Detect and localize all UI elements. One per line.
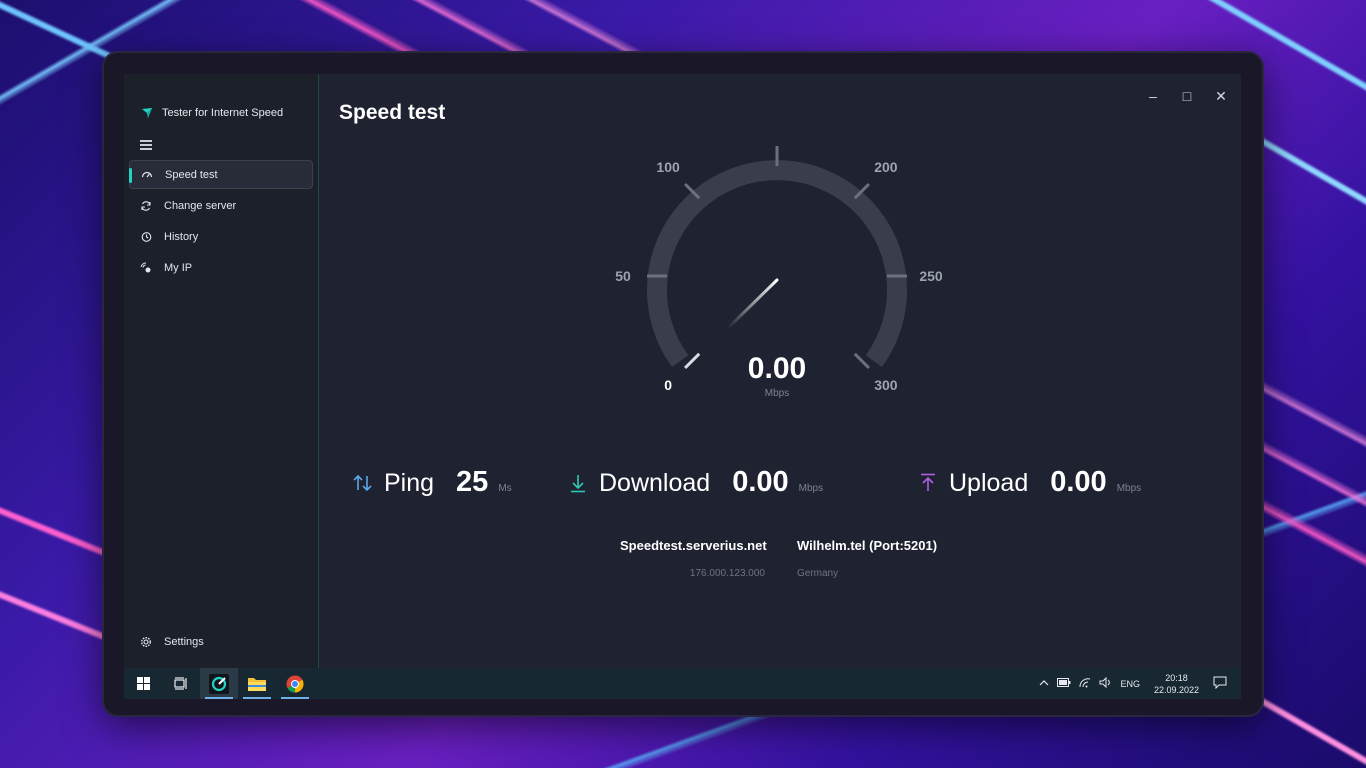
sidebar-item-label: My IP [164,261,193,274]
server-provider: Wilhelm.tel (Port:5201) [797,538,938,553]
sidebar-item-label: Speed test [165,168,218,181]
download-arrow-icon [571,474,585,492]
gauge-needle [726,278,779,330]
network-icon [140,261,152,274]
sidebar: Tester for Internet Speed Speed test Cha… [124,74,319,668]
server-host-block: Speedtest.serverius.net 176.000.123.000 [620,538,767,579]
notifications-icon[interactable] [1213,676,1227,691]
taskbar-app-file-explorer[interactable] [238,668,276,699]
folder-icon [248,678,266,691]
gauge-value: 0.00 [748,352,806,385]
sidebar-item-history[interactable]: History [129,222,313,251]
taskbar: ENG 20:18 22.09.2022 [124,668,1241,699]
task-view-button[interactable] [162,668,200,699]
clock-date: 22.09.2022 [1153,684,1199,695]
download-label: Download [599,469,711,497]
app-title: Tester for Internet Speed [162,107,284,119]
hamburger-menu-icon[interactable] [140,140,152,150]
sidebar-item-my-ip[interactable]: My IP [129,253,313,282]
close-button[interactable]: ✕ [1213,88,1229,104]
window-controls: – □ ✕ [1145,88,1229,105]
gauge-tick-label: 0 [664,377,672,393]
app-window: Tester for Internet Speed Speed test Cha… [124,74,1241,699]
gauge-track [647,160,907,367]
gauge-tick-label: 250 [919,268,943,284]
minimize-button[interactable]: – [1145,88,1161,104]
sidebar-item-label: Change server [164,199,237,212]
taskbar-app-speedtest[interactable] [200,668,238,699]
settings-label: Settings [164,636,204,648]
ping-unit: Ms [498,483,512,494]
gauge-tick-label: 300 [874,377,898,393]
sidebar-item-change-server[interactable]: Change server [129,191,313,220]
sidebar-item-label: History [164,230,199,243]
task-view-icon [173,677,187,690]
app-logo-icon [142,108,152,118]
server-ip: 176.000.123.000 [689,568,765,579]
gear-icon [140,636,152,648]
speed-gauge: 050100150200250300 0.00 Mbps [615,146,943,399]
battery-icon[interactable] [1057,678,1071,689]
sidebar-nav: Speed test Change server History My IP [129,160,313,284]
server-country: Germany [797,568,839,579]
download-stat: Download 0.00 Mbps [567,466,823,499]
language-indicator[interactable]: ENG [1120,679,1140,689]
gauge-tick-label: 200 [874,159,898,175]
maximize-button[interactable]: □ [1179,88,1195,104]
gauge-tick-label: 50 [615,268,631,284]
upload-unit: Mbps [1116,483,1142,494]
ping-label: Ping [384,469,435,497]
system-tray: ENG 20:18 22.09.2022 [1039,668,1241,699]
upload-arrow-icon [921,473,935,491]
chevron-up-icon[interactable] [1039,679,1049,689]
download-value: 0.00 [732,466,789,498]
app-title-row: Tester for Internet Speed [140,106,283,120]
windows-logo-icon [136,677,150,690]
ping-arrows-icon [353,474,372,491]
speedtest-app-icon [209,673,229,694]
upload-value: 0.00 [1050,466,1107,498]
sidebar-item-speed-test[interactable]: Speed test [129,160,313,189]
speedometer-icon [141,169,153,181]
refresh-icon [140,200,152,212]
gauge-unit: Mbps [765,388,789,399]
stats-row: Ping 25 Ms Download 0.00 Mbps Upload 0.0… [352,466,1212,506]
server-host: Speedtest.serverius.net [620,538,767,553]
settings-button[interactable]: Settings [140,636,204,648]
upload-stat: Upload 0.00 Mbps [917,466,1141,499]
volume-icon[interactable] [1099,676,1112,690]
gauge-tick-label: 100 [656,159,680,175]
server-provider-block: Wilhelm.tel (Port:5201) Germany [797,538,937,579]
taskbar-app-chrome[interactable] [276,668,314,699]
history-icon [140,231,152,243]
download-unit: Mbps [798,483,824,494]
clock[interactable]: 20:18 22.09.2022 [1154,672,1199,696]
clock-time: 20:18 [1165,672,1188,683]
ping-stat: Ping 25 Ms [352,466,512,499]
start-button[interactable] [124,668,162,699]
chrome-icon [286,675,304,693]
wifi-icon[interactable] [1079,677,1091,690]
page-title: Speed test [339,101,446,124]
upload-label: Upload [949,469,1029,497]
ping-value: 25 [456,466,489,498]
